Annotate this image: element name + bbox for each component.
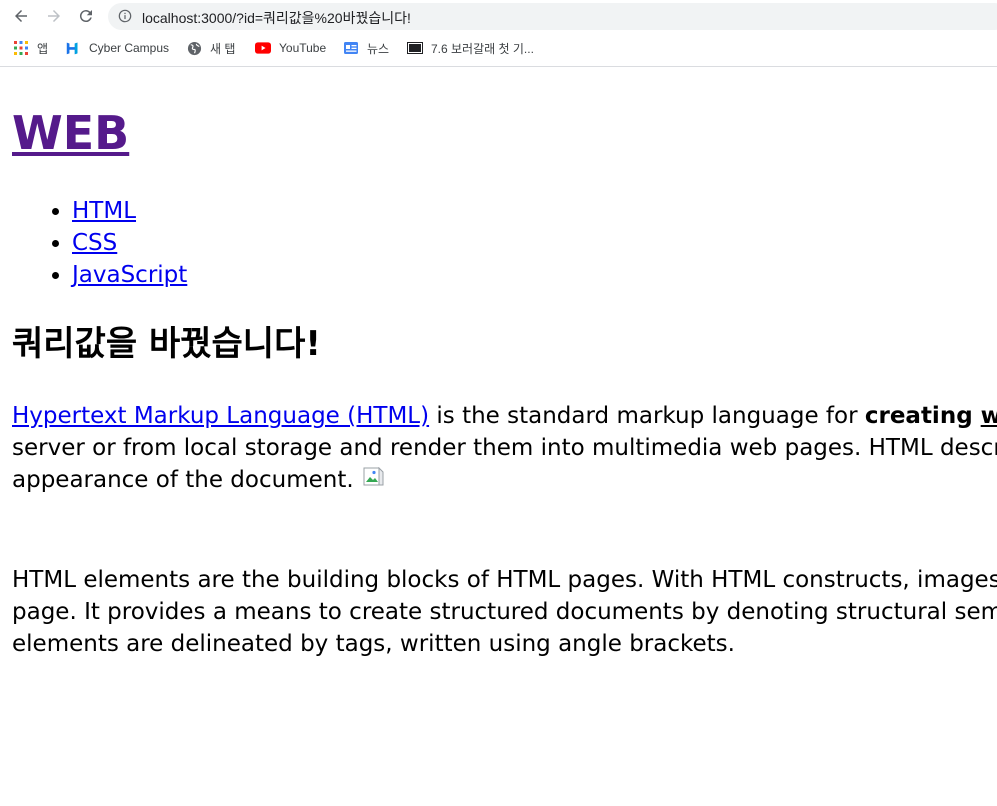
bookmark-apps[interactable]: 앱 (13, 39, 48, 57)
page-icon (407, 40, 423, 56)
bookmark-youtube[interactable]: YouTube (255, 39, 326, 57)
cyber-campus-icon (65, 40, 81, 56)
reload-button[interactable] (74, 4, 98, 28)
back-arrow-icon (15, 10, 27, 22)
text: appearance of the document. (12, 467, 361, 493)
text: is the standard markup language for (429, 403, 865, 429)
paragraph-2-line-3: elements are delineated by tags, written… (12, 631, 735, 657)
page-viewport: WEB HTML CSS JavaScript 쿼리값을 바꿨습니다! Hype… (0, 67, 997, 806)
paragraph-1-line-1: Hypertext Markup Language (HTML) is the … (12, 400, 997, 432)
bookmark-label: 앱 (37, 41, 49, 56)
page-title: 쿼리값을 바꿨습니다! (12, 324, 321, 364)
home-link[interactable]: WEB (12, 106, 129, 160)
reload-icon (79, 10, 92, 23)
list-item: HTML (72, 195, 187, 227)
paragraph-1-line-3: appearance of the document. (12, 464, 387, 496)
nav-link-html[interactable]: HTML (72, 198, 136, 224)
bookmark-label: 뉴스 (367, 41, 390, 56)
bookmark-new-tab[interactable]: 새 탭 (186, 39, 235, 57)
bookmark-label: YouTube (279, 41, 327, 55)
bookmark-label: 새 탭 (210, 41, 236, 56)
apps-grid-icon (13, 40, 29, 56)
paragraph-2-line-2: page. It provides a means to create stru… (12, 599, 997, 625)
nav-link-javascript[interactable]: JavaScript (72, 262, 187, 288)
browser-chrome: localhost:3000/?id=쿼리값을%20바꿨습니다! 앱 Cyber… (0, 0, 997, 67)
bookmarks-bar: 앱 Cyber Campus 새 탭 YouTube 뉴스 7.6 보러갈래 첫… (0, 36, 997, 60)
address-bar[interactable]: localhost:3000/?id=쿼리값을%20바꿨습니다! (108, 3, 997, 30)
bookmark-cyber-campus[interactable]: Cyber Campus (65, 39, 169, 57)
forward-button[interactable] (42, 4, 66, 28)
site-heading: WEB (12, 105, 129, 161)
paragraph-1-line-2: server or from local storage and render … (12, 435, 997, 461)
bookmark-label: Cyber Campus (89, 41, 170, 55)
bookmark-page[interactable]: 7.6 보러갈래 첫 기... (407, 39, 534, 57)
underlined-bold-text: web (980, 403, 997, 429)
html-wiki-link[interactable]: Hypertext Markup Language (HTML) (12, 403, 429, 429)
bookmark-label: 7.6 보러갈래 첫 기... (431, 41, 534, 56)
youtube-icon (255, 40, 271, 56)
nav-list: HTML CSS JavaScript (12, 195, 187, 291)
forward-arrow-icon (48, 10, 60, 22)
bookmark-news[interactable]: 뉴스 (343, 39, 389, 57)
list-item: JavaScript (72, 259, 187, 291)
paragraph-2-line-1: HTML elements are the building blocks of… (12, 567, 997, 593)
broken-image-icon (363, 466, 387, 488)
list-item: CSS (72, 227, 187, 259)
globe-icon (186, 40, 202, 56)
bold-text: creating (864, 403, 981, 429)
nav-link-css[interactable]: CSS (72, 230, 117, 256)
back-button[interactable] (9, 4, 33, 28)
google-news-icon (343, 40, 359, 56)
info-icon[interactable] (118, 9, 132, 23)
url-text[interactable]: localhost:3000/?id=쿼리값을%20바꿨습니다! (142, 8, 411, 28)
